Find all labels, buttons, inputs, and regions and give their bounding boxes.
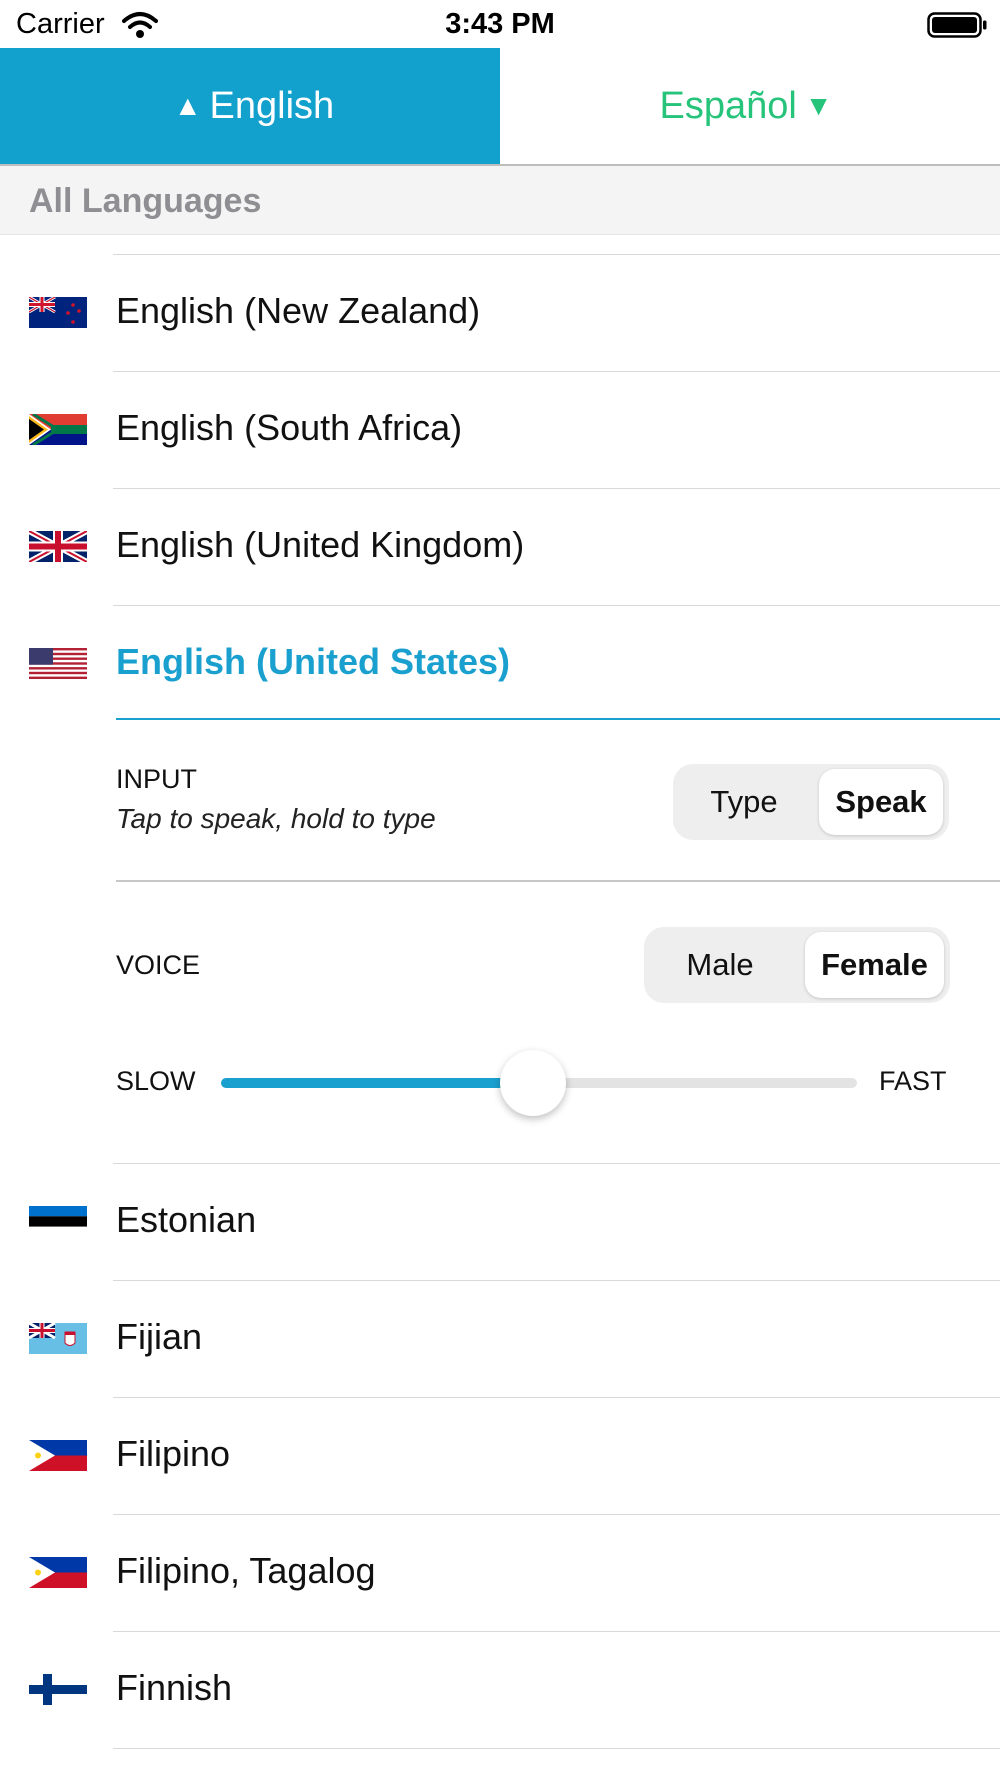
input-setting-hint: Tap to speak, hold to type (116, 803, 436, 834)
divider (116, 880, 1000, 882)
speed-slow-label: SLOW (116, 1066, 196, 1096)
language-label: English (United Kingdom) (116, 524, 525, 565)
language-row-english-uk[interactable]: English (United Kingdom) (0, 489, 1000, 605)
language-row-english-nz[interactable]: English (New Zealand) (0, 255, 1000, 371)
speed-slider-thumb[interactable] (499, 1050, 566, 1116)
ph-flag-icon (29, 1440, 87, 1471)
language-row-filipino[interactable]: Filipino (0, 1398, 1000, 1514)
input-setting-title: INPUT (116, 764, 197, 794)
tab-source-language[interactable]: ▲ English (0, 48, 500, 164)
fi-flag-icon (29, 1674, 87, 1705)
tab-target-language[interactable]: Español ▼ (500, 48, 1000, 164)
za-flag-icon (29, 414, 87, 445)
uk-flag-icon (29, 531, 87, 562)
row-divider (113, 1748, 1000, 1749)
tab-source-label: English (209, 84, 335, 127)
language-label: Estonian (116, 1199, 257, 1240)
input-mode-segmented-control: Type Speak (673, 764, 949, 840)
language-label: English (United States) (116, 641, 511, 682)
ee-flag-icon (29, 1206, 87, 1237)
language-label: Finnish (116, 1667, 233, 1708)
voice-setting-title: VOICE (116, 950, 201, 980)
tab-target-label: Español (659, 84, 797, 127)
section-header: All Languages (0, 166, 1000, 235)
voice-male-option[interactable]: Male (650, 932, 790, 998)
language-label: Fijian (116, 1316, 203, 1357)
expand-down-icon: ▼ (804, 90, 833, 121)
language-row-finnish[interactable]: Finnish (0, 1632, 1000, 1748)
nz-flag-icon (29, 297, 87, 328)
language-row-fijian[interactable]: Fijian (0, 1281, 1000, 1397)
language-row-english-us-selected[interactable]: English (United States) (0, 606, 1000, 722)
status-time: 3:43 PM (445, 8, 555, 40)
language-row-filipino-tagalog[interactable]: Filipino, Tagalog (0, 1515, 1000, 1631)
language-label: Filipino (116, 1433, 231, 1474)
language-label: English (South Africa) (116, 407, 463, 448)
language-row-estonian[interactable]: Estonian (0, 1164, 1000, 1280)
section-title: All Languages (29, 182, 262, 220)
collapse-up-icon: ▲ (173, 90, 202, 121)
voice-segmented-control: Male Female (644, 927, 950, 1003)
us-flag-icon (29, 648, 87, 679)
status-bar: Carrier 3:43 PM (0, 0, 1000, 48)
voice-female-option[interactable]: Female (805, 932, 944, 998)
battery-icon (927, 12, 987, 38)
selected-divider (116, 718, 1000, 720)
speed-slider-fill (221, 1078, 533, 1088)
input-speak-option[interactable]: Speak (819, 769, 943, 835)
input-type-option[interactable]: Type (679, 769, 809, 835)
language-label: English (New Zealand) (116, 290, 481, 331)
language-row-english-za[interactable]: English (South Africa) (0, 372, 1000, 488)
ph-flag-icon (29, 1557, 87, 1588)
fj-flag-icon (29, 1323, 87, 1354)
language-label: Filipino, Tagalog (116, 1550, 376, 1591)
speed-fast-label: FAST (879, 1066, 947, 1096)
